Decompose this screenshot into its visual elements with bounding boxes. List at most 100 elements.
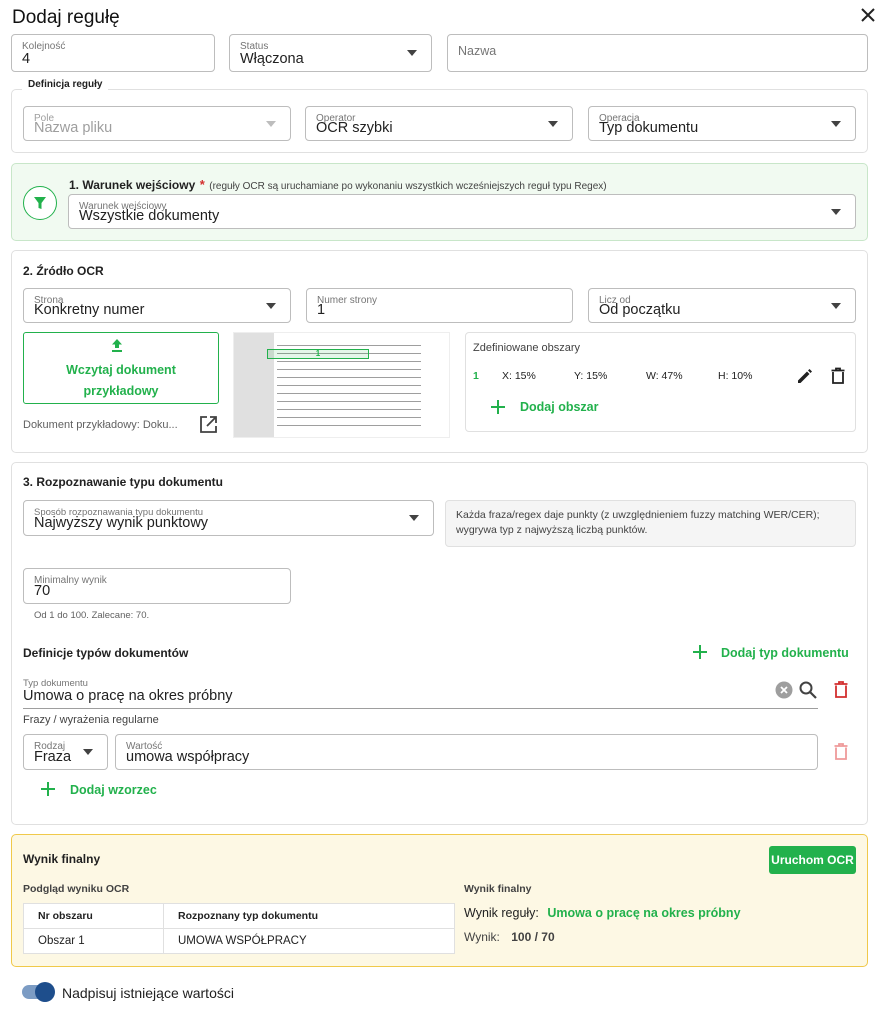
table-row: Obszar 1 UMOWA WSPÓŁPRACY [23,928,455,954]
rule-result-value: Umowa o pracę na okres próbny [547,906,741,920]
name-input[interactable]: Nazwa [447,34,868,72]
area-y: Y: 15% [574,370,608,382]
method-info: Każda fraza/regex daje punkty (z uwzględ… [445,500,856,547]
ocr-preview-title: Podgląd wyniku OCR [23,883,130,895]
chevron-down-icon [831,208,841,215]
dialog-title: Dodaj regułę [12,7,120,28]
ocr-result-table: Nr obszaru Rozpoznany typ dokumentu Obsz… [23,903,455,954]
entry-heading: 1. Warunek wejściowy * (reguły OCR są ur… [69,176,607,194]
clear-icon[interactable] [775,681,793,699]
upload-icon [112,339,122,352]
cell-area: Obszar 1 [23,928,164,954]
pattern-value-value: umowa współpracy [126,749,250,765]
search-icon[interactable] [798,680,818,700]
pattern-kind-value: Fraza [34,749,72,765]
min-score-hint: Od 1 do 100. Zalecane: 70. [34,610,150,621]
upload-label-line2: przykładowy [83,384,159,398]
document-preview[interactable]: 1 [233,332,450,438]
add-pattern-button[interactable]: Dodaj wzorzec [70,783,157,797]
col-header-type: Rozpoznany typ dokumentu [163,903,455,929]
upload-sample-button[interactable]: Wczytaj dokument przykładowy [23,332,219,404]
order-value: 4 [22,51,31,67]
operation-value: Typ dokumentu [599,120,699,136]
upload-label-line1: Wczytaj dokument [66,363,176,377]
rule-result: Wynik reguły: Umowa o pracę na okres pró… [464,906,741,920]
min-score-input[interactable]: Minimalny wynik 70 [23,568,291,604]
area-h: H: 10% [718,370,753,382]
add-doc-type-plus-icon[interactable] [693,645,707,659]
chevron-down-icon [83,749,93,755]
page-number-label: Numer strony [317,295,378,306]
cell-type: UMOWA WSPÓŁPRACY [163,928,455,954]
doc-type-value: Umowa o pracę na okres próbny [23,688,233,704]
chevron-down-icon [407,50,417,56]
pattern-kind-select[interactable]: Rodzaj Fraza [23,734,108,770]
final-title: Wynik finalny [23,852,101,866]
status-value: Włączona [240,51,304,67]
required-mark: * [199,177,205,192]
page-value: Konkretny numer [34,302,145,318]
chevron-down-icon [266,302,276,309]
method-select[interactable]: Sposób rozpoznawania typu dokumentu Najw… [23,500,434,536]
field-select[interactable]: Pole Nazwa pliku [23,106,291,141]
score-label: Wynik: [464,930,500,944]
add-area-plus-icon[interactable] [491,400,505,414]
name-placeholder: Nazwa [458,44,497,58]
edit-icon[interactable] [796,367,814,385]
run-ocr-button[interactable]: Uruchom OCR [769,846,856,874]
count-from-select[interactable]: Licz od Od początku [588,288,856,323]
area-number: 1 [473,370,479,382]
page-number-input[interactable]: Numer strony 1 [306,288,573,323]
order-field[interactable]: Kolejność 4 [11,34,215,72]
pattern-value-input[interactable]: Wartość umowa współpracy [115,734,818,770]
chevron-down-icon [409,515,419,521]
add-area-button[interactable]: Dodaj obszar [520,400,599,414]
doc-types-title: Definicje typów dokumentów [23,646,189,660]
overwrite-label: Nadpisuj istniejące wartości [62,985,234,1001]
count-from-value: Od początku [599,302,681,318]
close-icon[interactable] [858,5,878,25]
doc-type-input[interactable]: Typ dokumentu Umowa o pracę na okres pró… [23,676,818,709]
page-select[interactable]: Strona Konkretny numer [23,288,291,323]
score: Wynik: 100 / 70 [464,930,555,944]
toggle-knob [35,982,55,1002]
chevron-down-icon [831,120,841,127]
ocr-source-title: 2. Źródło OCR [23,264,104,278]
area-w: W: 47% [646,370,683,382]
status-select[interactable]: Status Włączona [229,34,432,72]
phrases-title: Frazy / wyrażenia regularne [23,714,159,726]
operation-select[interactable]: Operacja Typ dokumentu [588,106,856,141]
entry-note: (reguły OCR są uruchamiane po wykonaniu … [209,181,607,192]
overwrite-toggle[interactable] [22,982,55,1002]
entry-select-value: Wszystkie dokumenty [79,208,220,224]
table-header-row: Nr obszaru Rozpoznany typ dokumentu [23,903,455,929]
rule-result-label: Wynik reguły: [464,906,539,920]
operator-value: OCR szybki [316,120,393,136]
operator-select[interactable]: Operator OCR szybki [305,106,573,141]
method-value: Najwyższy wynik punktowy [34,515,209,531]
entry-title: 1. Warunek wejściowy [69,178,196,192]
definition-title: Definicja reguły [22,79,109,90]
min-score-value: 70 [34,583,51,599]
defined-areas-title: Zdefiniowane obszary [473,342,581,354]
area-x: X: 15% [502,370,536,382]
add-doc-type-button[interactable]: Dodaj typ dokumentu [721,646,849,660]
delete-pattern-icon[interactable] [833,742,849,761]
filter-icon [23,186,57,220]
chevron-down-icon [548,120,558,127]
preview-region[interactable]: 1 [267,349,369,359]
page-number-value: 1 [317,302,326,318]
open-external-icon[interactable] [199,415,218,434]
entry-condition-select[interactable]: Warunek wejściowy Wszystkie dokumenty [68,194,856,229]
delete-doc-type-icon[interactable] [833,680,849,699]
sample-doc-name: Dokument przykładowy: Doku... [23,419,178,431]
recognition-title: 3. Rozpoznawanie typu dokumentu [23,475,224,489]
final-result-subtitle: Wynik finalny [464,883,532,895]
score-value: 100 / 70 [511,930,555,944]
delete-icon[interactable] [830,367,846,385]
chevron-down-icon [831,302,841,309]
col-header-area: Nr obszaru [23,903,164,929]
chevron-down-icon [266,120,276,127]
add-pattern-plus-icon[interactable] [41,782,55,796]
field-value: Nazwa pliku [34,120,113,136]
